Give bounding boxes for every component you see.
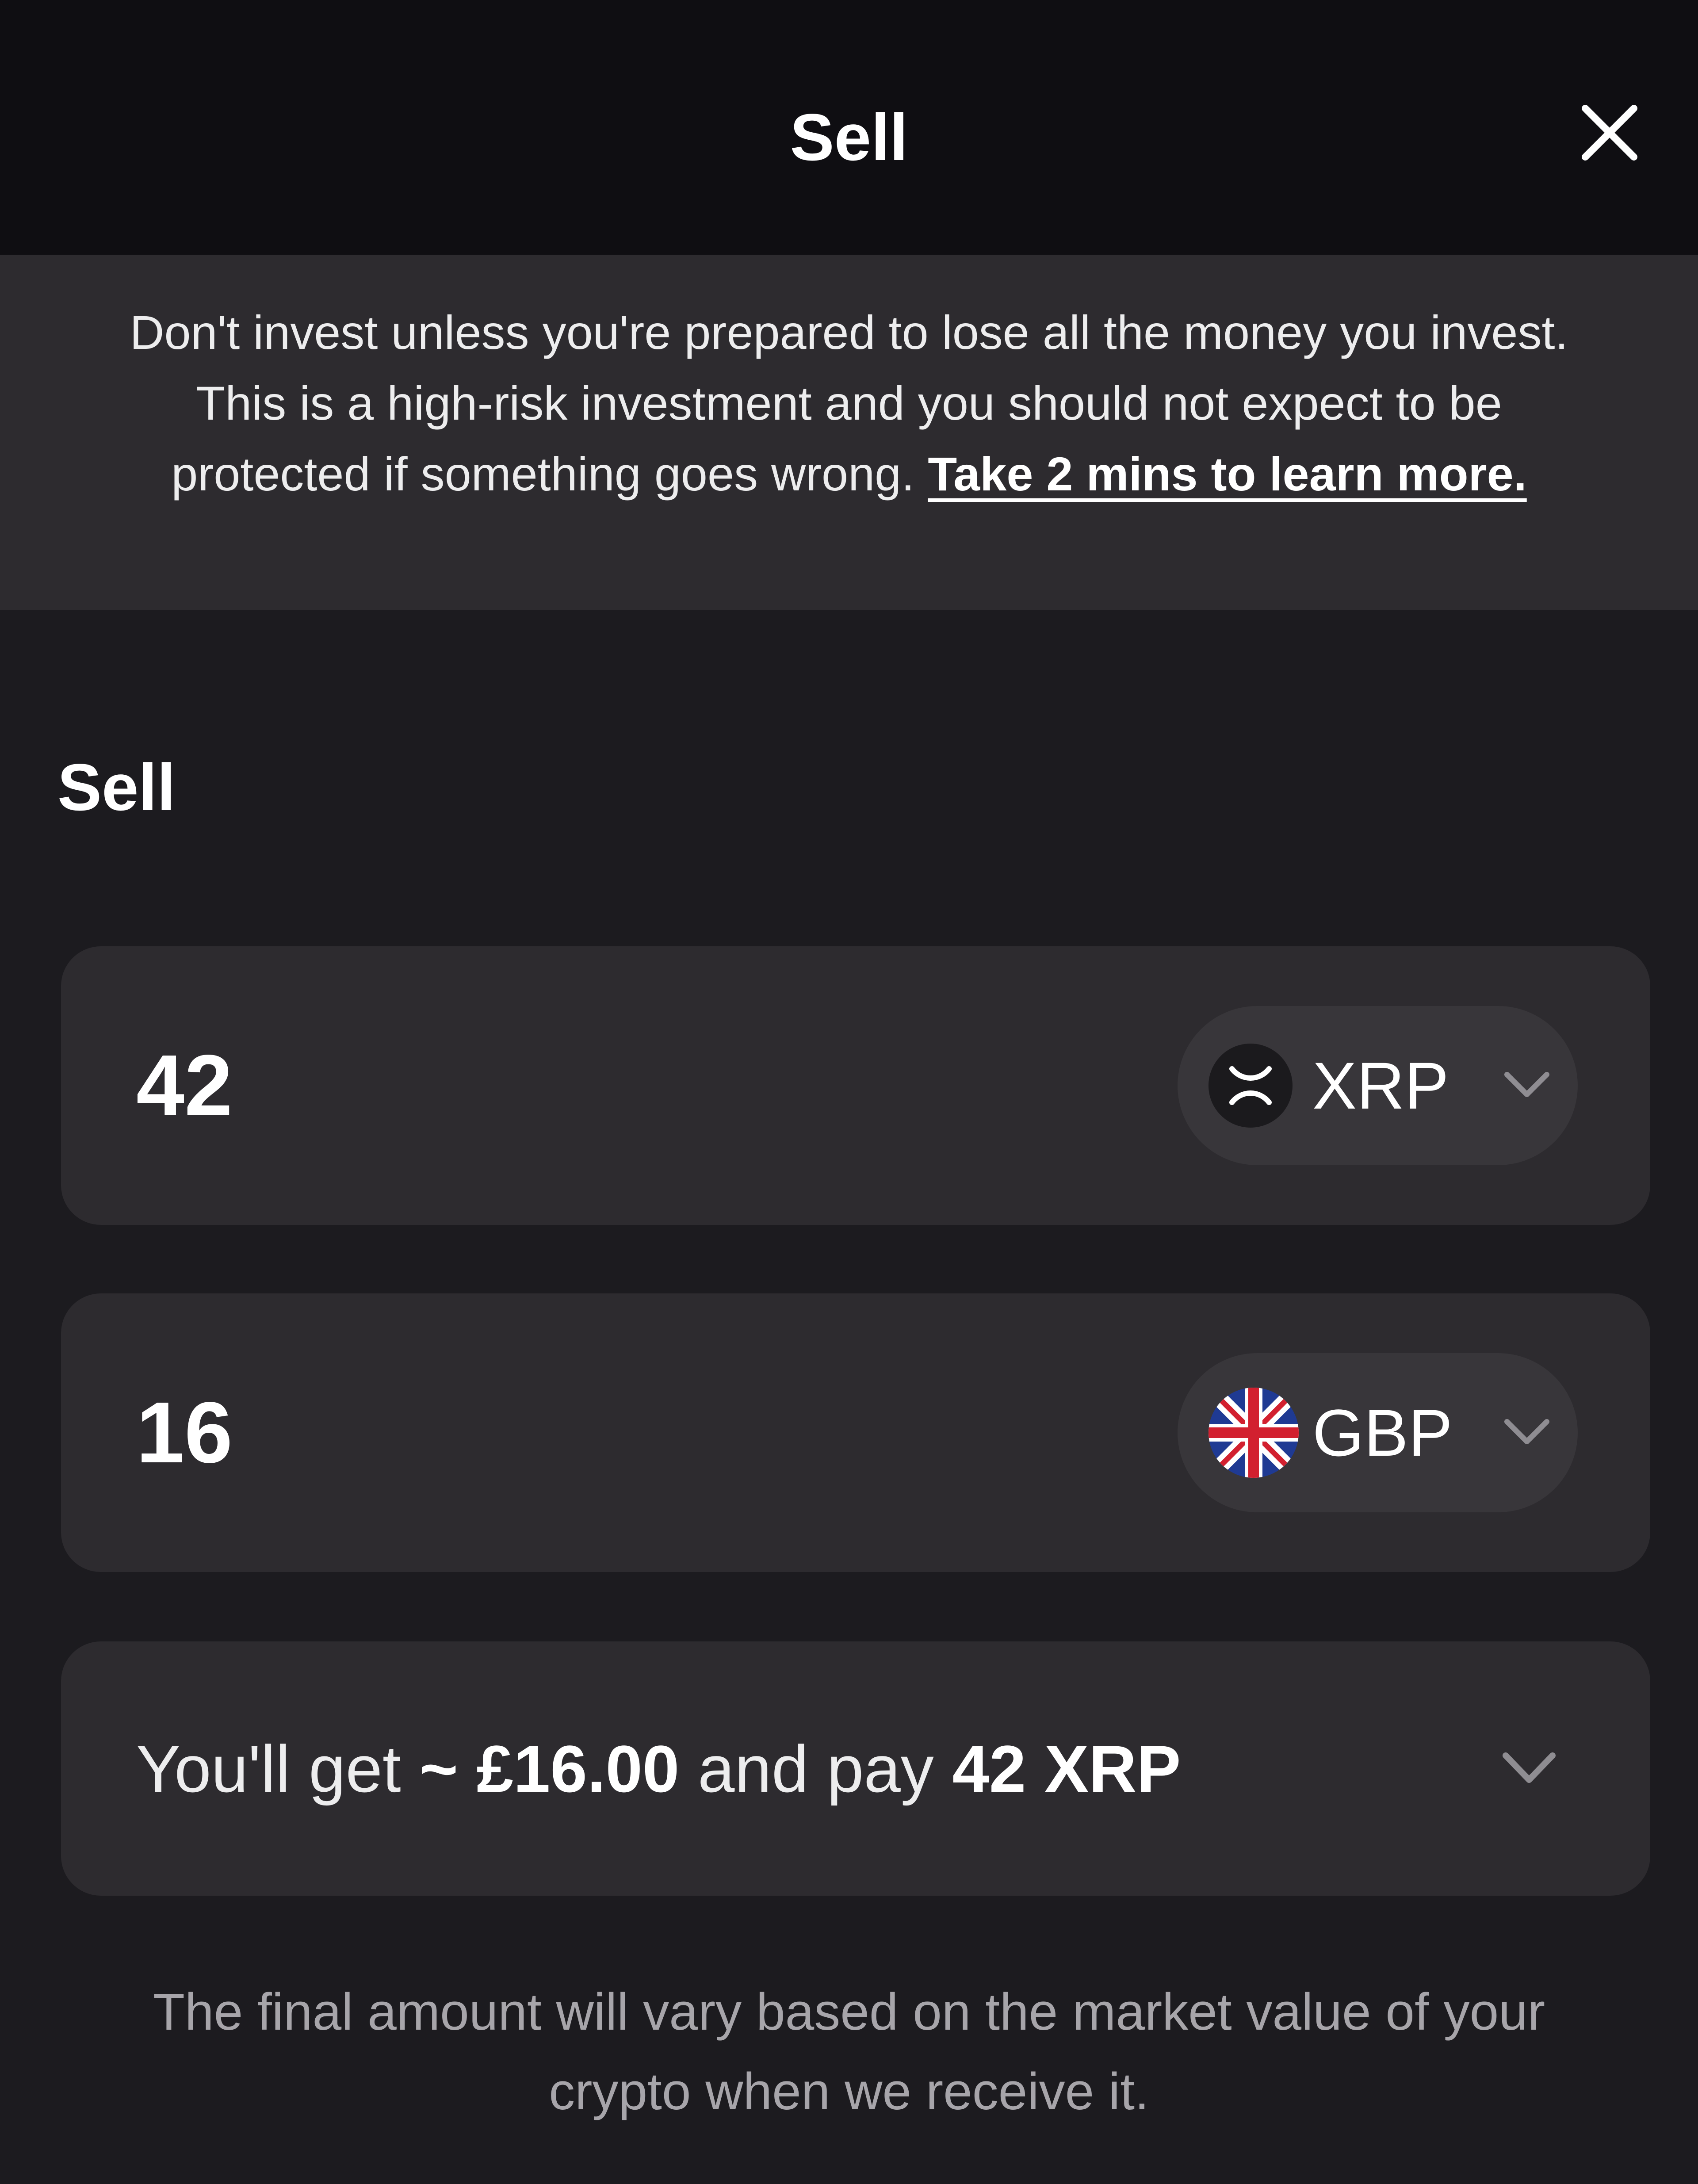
- risk-warning-text: Don't invest unless you're prepared to l…: [128, 297, 1570, 509]
- summary-middle: and pay: [698, 1731, 934, 1806]
- market-value-footnote: The final amount will vary based on the …: [153, 1983, 1545, 2121]
- uk-flag-icon: [1208, 1388, 1299, 1478]
- chevron-down-icon: [1504, 1419, 1549, 1444]
- crypto-amount-card[interactable]: 42 XRP: [61, 946, 1650, 1225]
- close-button[interactable]: [1565, 88, 1654, 177]
- page-title: Sell: [790, 100, 908, 174]
- fiat-amount-input[interactable]: 16: [136, 1384, 233, 1481]
- header-bar: Sell: [0, 0, 1698, 255]
- risk-warning-banner: Don't invest unless you're prepared to l…: [0, 255, 1698, 610]
- fiat-currency-code: GBP: [1312, 1396, 1453, 1470]
- section-label: Sell: [57, 750, 176, 824]
- summary-get-amount: ~ £16.00: [419, 1731, 680, 1806]
- fiat-amount-card[interactable]: 16 GBP: [61, 1293, 1650, 1572]
- summary-prefix: You'll get: [136, 1731, 401, 1806]
- fiat-currency-selector[interactable]: GBP: [1178, 1353, 1578, 1512]
- summary-pay-amount: 42 XRP: [952, 1731, 1181, 1806]
- learn-more-link[interactable]: Take 2 mins to learn more.: [928, 447, 1526, 501]
- close-icon: [1582, 105, 1637, 161]
- crypto-amount-input[interactable]: 42: [136, 1037, 233, 1134]
- crypto-currency-code: XRP: [1312, 1048, 1449, 1123]
- summary-text: You'll get ~ £16.00 and pay 42 XRP: [136, 1729, 1181, 1809]
- xrp-coin-icon: [1208, 1044, 1293, 1128]
- chevron-down-icon: [1504, 1072, 1549, 1097]
- expand-chevron-icon[interactable]: [1500, 1747, 1558, 1791]
- crypto-currency-selector[interactable]: XRP: [1178, 1006, 1578, 1165]
- summary-card[interactable]: You'll get ~ £16.00 and pay 42 XRP: [61, 1641, 1650, 1896]
